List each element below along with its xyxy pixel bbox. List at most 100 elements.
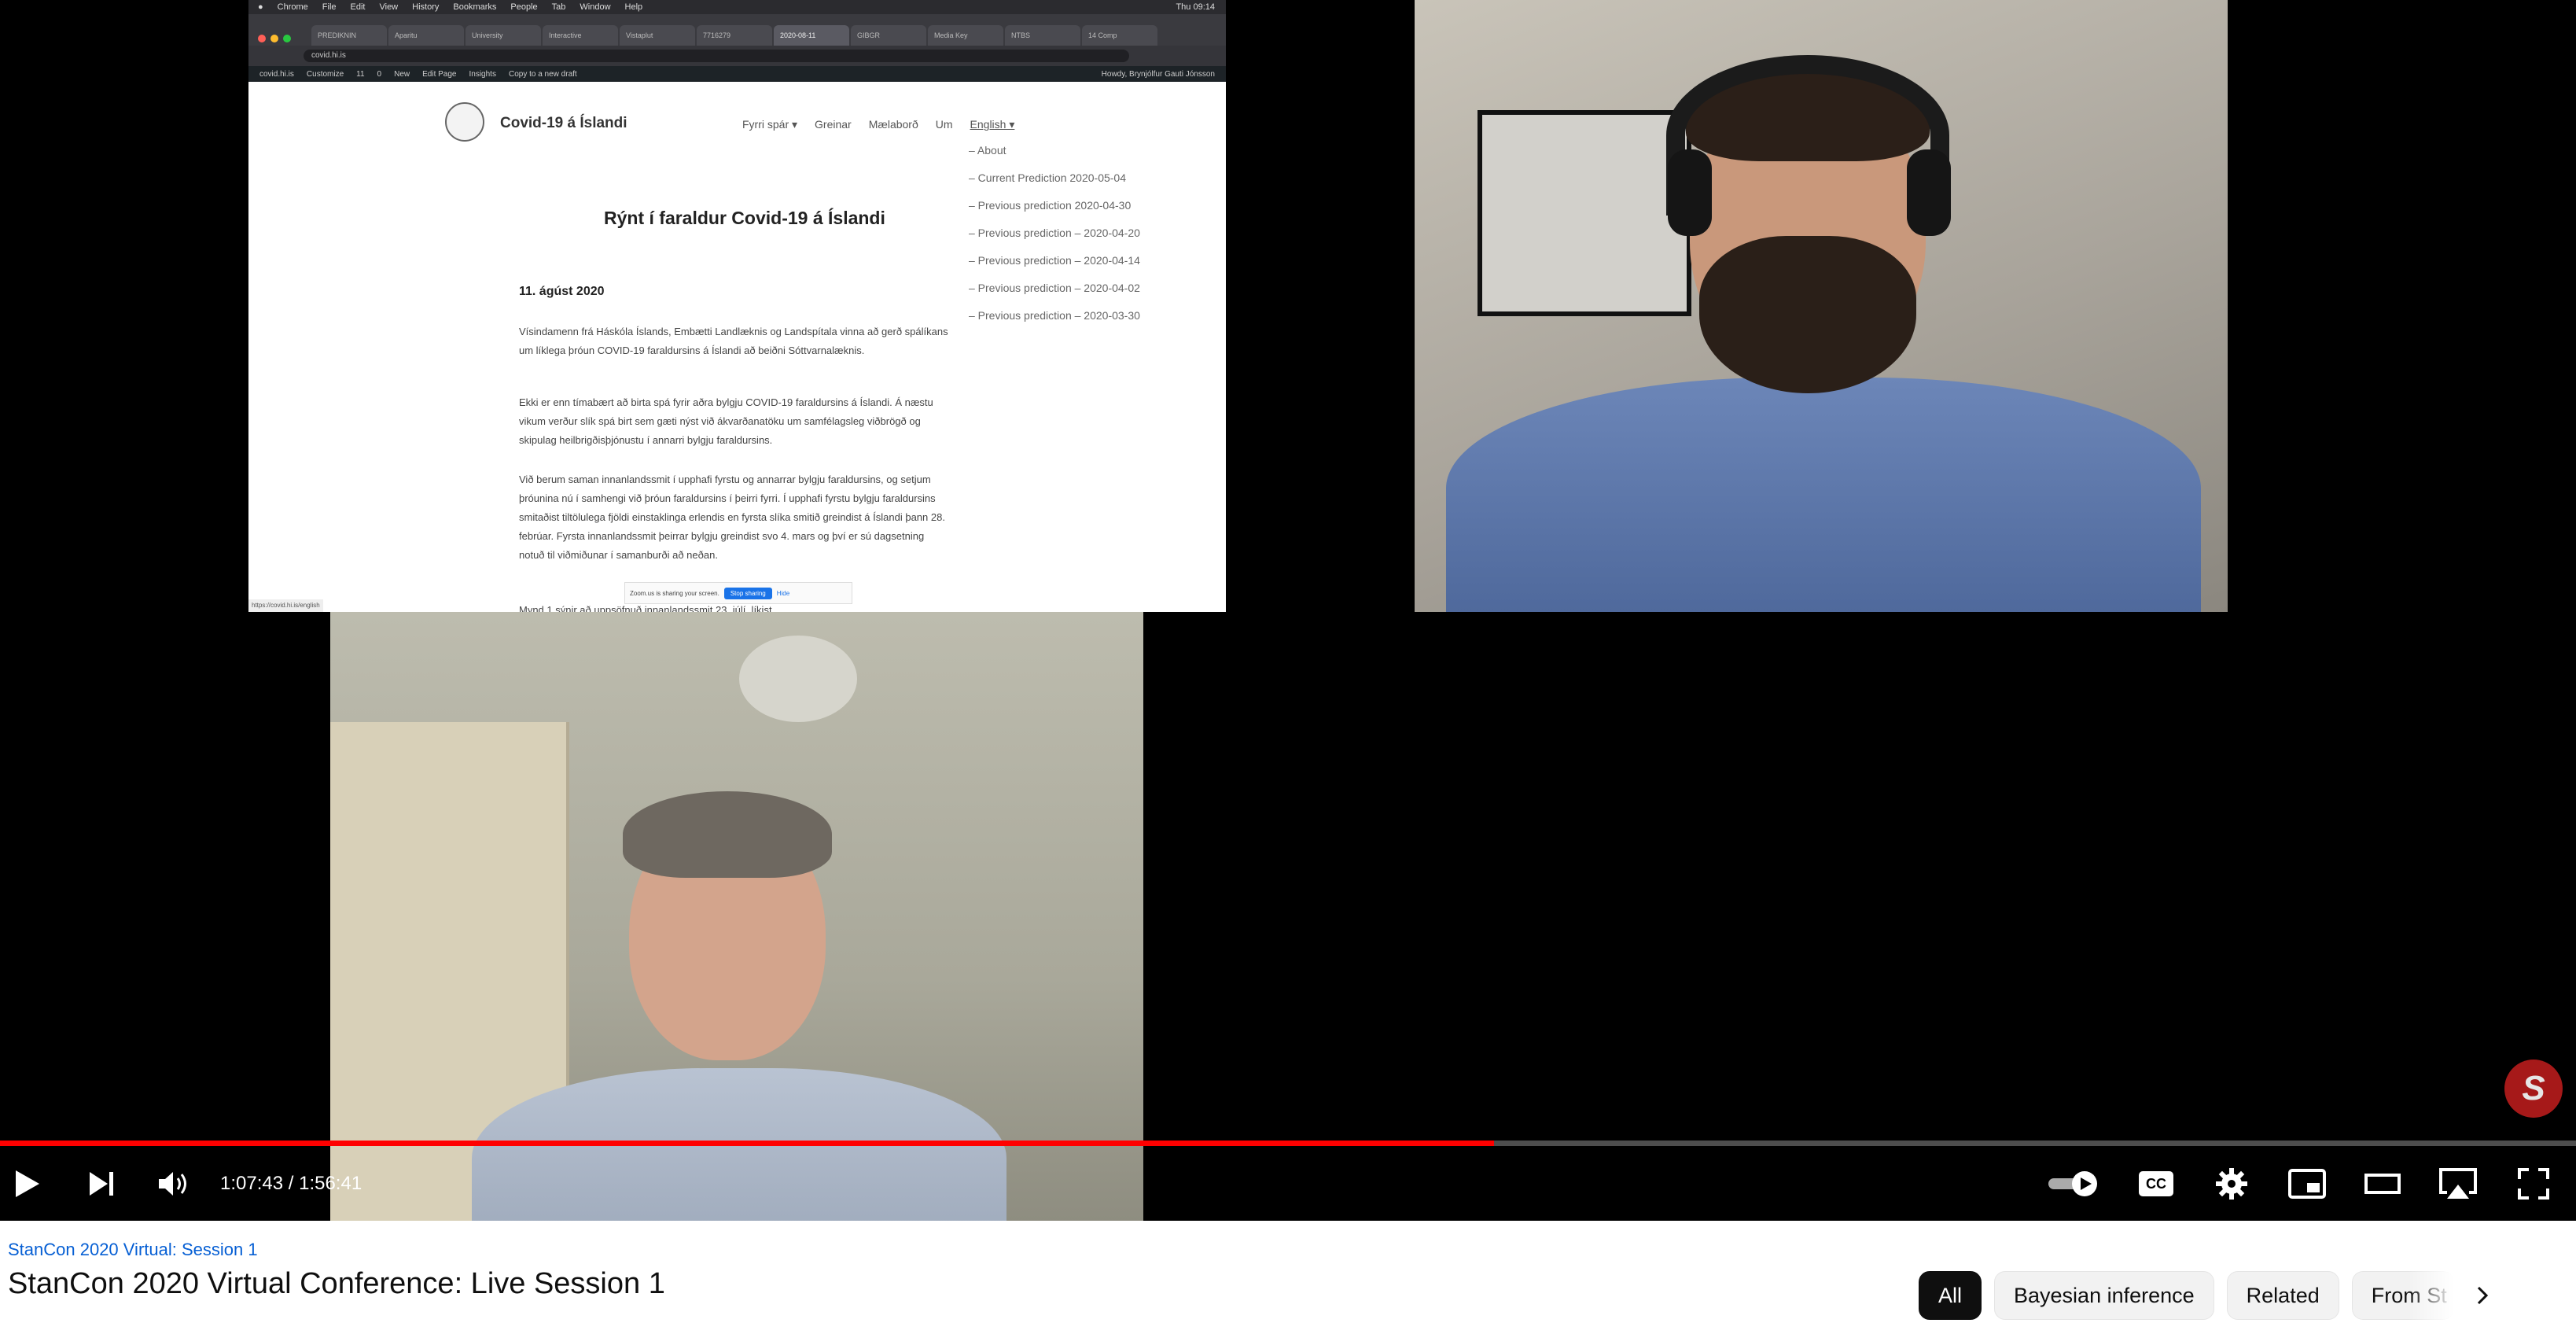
article-paragraph: Vísindamenn frá Háskóla Íslands, Embætti… [519, 326, 948, 356]
time-total: 1:56:41 [299, 1173, 362, 1194]
browser-tab: Media Key [928, 25, 1003, 46]
fullscreen-button[interactable] [2512, 1156, 2556, 1211]
browser-tabstrip: PREDIKNIN Aparitu University Interactive… [248, 14, 1226, 46]
close-dot-icon [258, 35, 266, 42]
headphone-ear-right [1907, 149, 1951, 236]
ceiling-lamp [739, 636, 857, 722]
nav-item-english: English ▾ [970, 118, 1015, 131]
video-player[interactable]: ● Chrome File Edit View History Bookmark… [0, 0, 2576, 1221]
dropdown-item: – Previous prediction – 2020-04-20 [969, 227, 1140, 239]
progress-played [0, 1141, 1495, 1146]
menubar-clock: Thu 09:14 [1176, 2, 1215, 12]
wp-admin-item: Insights [469, 69, 496, 79]
english-dropdown: – About – Current Prediction 2020-05-04 … [969, 137, 1173, 330]
captions-button[interactable]: CC [2134, 1156, 2178, 1211]
menubar-item: History [412, 2, 440, 12]
stop-sharing-button: Stop sharing [723, 587, 772, 599]
apple-icon: ● [258, 2, 263, 12]
next-icon [90, 1172, 113, 1196]
fullscreen-icon [2518, 1168, 2549, 1200]
wp-admin-item: Customize [306, 69, 344, 79]
stan-logo-badge: S [2504, 1060, 2563, 1118]
mac-menubar: ● Chrome File Edit View History Bookmark… [248, 0, 1226, 14]
browser-tab: 14 Comp [1082, 25, 1157, 46]
status-url-tooltip: https://covid.hi.is/english [248, 599, 323, 612]
headphone-ear-left [1668, 149, 1712, 236]
website-page: Covid-19 á Íslandi Fyrri spár ▾ Greinar … [248, 82, 1226, 612]
nav-item: Um [935, 118, 953, 131]
theater-mode-button[interactable] [2361, 1156, 2405, 1211]
browser-tab: 7716279 [697, 25, 772, 46]
cc-icon: CC [2139, 1171, 2173, 1196]
video-info: StanCon 2020 Virtual: Session 1 StanCon … [0, 1221, 2576, 1323]
minimize-dot-icon [270, 35, 278, 42]
menubar-item: Window [580, 2, 611, 12]
dropdown-item: – Previous prediction 2020-04-30 [969, 199, 1132, 212]
volume-button[interactable] [154, 1156, 193, 1211]
wp-admin-item: Edit Page [422, 69, 457, 79]
filter-chips: All Bayesian inference Related From St [1919, 1271, 2498, 1320]
dropdown-item: – Previous prediction – 2020-04-14 [969, 254, 1140, 267]
menubar-item: View [379, 2, 399, 12]
wp-admin-bar: covid.hi.is Customize 11 0 New Edit Page… [248, 66, 1226, 82]
volume-icon [159, 1172, 186, 1196]
url-field: covid.hi.is [304, 50, 1129, 62]
menubar-item: Tab [551, 2, 566, 12]
play-button[interactable] [8, 1156, 47, 1211]
dropdown-item: – Current Prediction 2020-05-04 [969, 171, 1127, 184]
miniplayer-button[interactable] [2285, 1156, 2329, 1211]
site-title: Covid-19 á Íslandi [500, 115, 627, 131]
browser-tab: University [466, 25, 541, 46]
autoplay-toggle-icon [2048, 1171, 2097, 1196]
settings-button[interactable] [2210, 1156, 2254, 1211]
time-display: 1:07:43 / 1:56:41 [220, 1173, 362, 1194]
browser-tab-active: 2020-08-11 [774, 25, 849, 46]
dropdown-item: – Previous prediction – 2020-03-30 [969, 309, 1140, 322]
playlist-link[interactable]: StanCon 2020 Virtual: Session 1 [8, 1240, 258, 1260]
browser-tab: NTBS [1005, 25, 1080, 46]
wp-admin-item: New [394, 69, 410, 79]
speaker-shirt [1446, 378, 2201, 612]
video-title: StanCon 2020 Virtual Conference: Live Se… [8, 1267, 665, 1300]
wall-picture-frame [1478, 110, 1691, 316]
browser-tab: Aparitu [388, 25, 464, 46]
next-button[interactable] [82, 1156, 121, 1211]
chips-next-button[interactable] [2467, 1272, 2498, 1319]
dropdown-item: – About [969, 144, 1006, 157]
article-paragraph: Ekki er enn tímabært að birta spá fyrir … [519, 396, 933, 446]
sharing-text: Zoom.us is sharing your screen. [630, 589, 719, 597]
chip-related[interactable]: Related [2226, 1271, 2339, 1320]
wp-admin-user: Howdy, Brynjólfur Gauti Jónsson [1101, 69, 1215, 79]
maximize-dot-icon [283, 35, 291, 42]
chip-from-st[interactable]: From St [2351, 1271, 2454, 1320]
browser-tab: GIBGR [851, 25, 926, 46]
speaker-hair [623, 791, 832, 878]
airplay-icon [2439, 1168, 2477, 1199]
menubar-item: People [510, 2, 538, 12]
chevron-right-icon [2477, 1286, 2488, 1305]
chip-all[interactable]: All [1919, 1271, 1982, 1320]
time-current: 1:07:43 [220, 1173, 284, 1194]
player-controls: 1:07:43 / 1:56:41 CC [0, 1156, 2576, 1211]
progress-bar[interactable] [0, 1141, 2576, 1146]
window-controls [258, 35, 291, 42]
menubar-item: File [322, 2, 337, 12]
miniplayer-icon [2288, 1169, 2326, 1199]
article-paragraph: Við berum saman innanlandssmit í upphafi… [519, 474, 945, 561]
hide-button: Hide [776, 589, 790, 597]
wp-admin-item: 11 [356, 69, 365, 79]
nav-item: Greinar [815, 118, 852, 131]
speaker-camera-right [1415, 0, 2228, 612]
zoom-sharing-bar: Zoom.us is sharing your screen. Stop sha… [624, 582, 852, 604]
speaker-beard [1699, 236, 1916, 393]
university-seal-icon [445, 102, 484, 142]
menubar-item: Bookmarks [453, 2, 497, 12]
autoplay-toggle[interactable] [2044, 1156, 2104, 1211]
menubar-item: Help [624, 2, 643, 12]
airplay-button[interactable] [2434, 1156, 2482, 1211]
wp-admin-item: 0 [377, 69, 382, 79]
browser-tab: Interactive [543, 25, 618, 46]
chip-bayesian-inference[interactable]: Bayesian inference [1994, 1271, 2214, 1320]
wp-admin-item: covid.hi.is [259, 69, 294, 79]
theater-icon [2364, 1174, 2401, 1194]
